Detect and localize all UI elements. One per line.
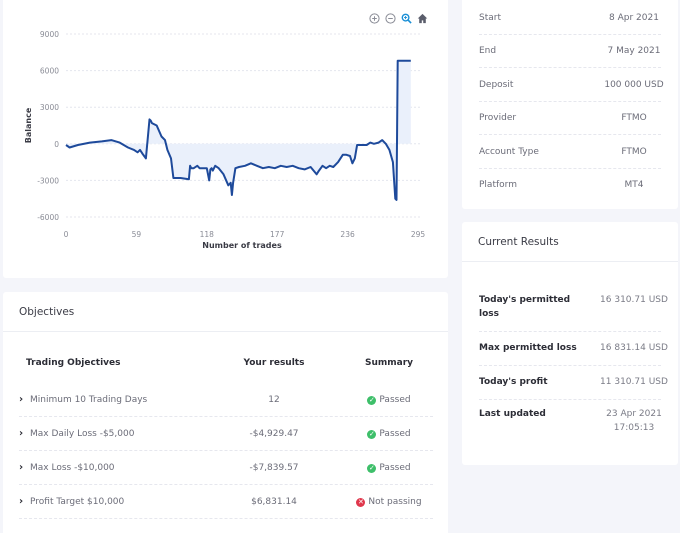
status-text: Passed [379, 395, 411, 405]
info-label: Account Type [479, 147, 539, 157]
chevron-right-icon[interactable]: › [19, 394, 23, 405]
x-tick-label: 0 [64, 230, 69, 239]
current-results-card: Current Results Today's permitted loss 1… [462, 222, 678, 465]
status-text: Passed [379, 429, 411, 439]
result-row-last-updated: Last updated 23 Apr 2021 17:05:13 [479, 400, 662, 440]
info-value: 100 000 USD [604, 80, 664, 90]
x-circle-icon: ✕ [356, 497, 366, 507]
result-row-todays-permitted-loss: Today's permitted loss 16 310.71 USD [479, 292, 668, 332]
objective-summary: ✓ Passed [334, 383, 444, 417]
x-tick-label: 118 [200, 230, 215, 239]
x-tick-label: 177 [270, 230, 285, 239]
result-label: Today's permitted loss [479, 295, 571, 319]
info-label: End [479, 46, 497, 56]
x-axis-label: Number of trades [202, 241, 282, 250]
status-text: Not passing [368, 497, 422, 507]
objective-summary: ✕ Not passing [334, 485, 444, 519]
objective-name: Profit Target $10,000 [30, 497, 125, 507]
info-label: Provider [479, 113, 517, 123]
objective-result: $6,831.14 [251, 497, 297, 507]
info-value: MT4 [624, 180, 644, 190]
info-label: Deposit [479, 80, 514, 90]
header-trading-objectives: Trading Objectives [26, 358, 121, 368]
objective-summary: ✓ Passed [334, 451, 444, 485]
objective-result: -$7,839.57 [249, 463, 299, 473]
y-tick-label: 0 [54, 140, 59, 149]
objective-row[interactable]: › Max Daily Loss -$5,000 -$4,929.47 ✓ Pa… [19, 417, 433, 451]
result-value: 11 310.71 USD [600, 377, 668, 387]
objective-summary: ✓ Passed [334, 417, 444, 451]
x-tick-label: 295 [411, 230, 426, 239]
info-label: Platform [479, 180, 517, 190]
result-row-max-permitted-loss: Max permitted loss 16 831.14 USD [479, 332, 668, 366]
balance-series-line [65, 59, 411, 201]
y-tick-label: 3000 [40, 103, 59, 112]
objective-name: Max Daily Loss -$5,000 [30, 429, 135, 439]
objective-name: Max Loss -$10,000 [30, 463, 115, 473]
y-axis-label: Balance [24, 107, 33, 143]
info-value: FTMO [621, 147, 647, 157]
x-tick-label: 236 [340, 230, 355, 239]
info-label: Start [479, 13, 501, 23]
info-value: 8 Apr 2021 [609, 13, 659, 23]
account-info-card: Start 8 Apr 2021 End 7 May 2021 Deposit … [462, 0, 678, 209]
balance-area-fill [66, 60, 411, 200]
balance-line-chart[interactable]: 9000600030000-3000-6000 0 59 118 177 236 295 … [3, 0, 448, 278]
objective-row[interactable]: › Minimum 10 Trading Days 12 ✓ Passed [19, 383, 433, 417]
x-tick-label: 59 [132, 230, 142, 239]
y-tick-label: -6000 [37, 213, 59, 222]
info-row-platform: Platform MT4 [479, 169, 661, 202]
objective-name: Minimum 10 Trading Days [30, 395, 148, 405]
objective-result: 12 [268, 395, 280, 405]
objective-row[interactable]: › Max Loss -$10,000 -$7,839.57 ✓ Passed [19, 451, 433, 485]
result-label: Last updated [479, 409, 546, 419]
header-summary: Summary [364, 358, 414, 368]
chevron-right-icon[interactable]: › [19, 496, 23, 507]
info-row-start: Start 8 Apr 2021 [479, 2, 661, 35]
info-row-account-type: Account Type FTMO [479, 136, 661, 169]
result-value: 16 310.71 USD [600, 295, 668, 305]
y-tick-label: 6000 [40, 67, 59, 76]
status-text: Passed [379, 463, 411, 473]
chevron-right-icon[interactable]: › [19, 428, 23, 439]
info-value: FTMO [621, 113, 647, 123]
info-row-deposit: Deposit 100 000 USD [479, 69, 664, 102]
result-label: Max permitted loss [479, 343, 577, 353]
current-results-title: Current Results [462, 222, 678, 262]
result-row-todays-profit: Today's profit 11 310.71 USD [479, 366, 668, 400]
result-label: Today's profit [479, 377, 548, 387]
info-row-provider: Provider FTMO [479, 102, 661, 135]
check-circle-icon: ✓ [367, 395, 377, 405]
chevron-right-icon[interactable]: › [19, 462, 23, 473]
check-circle-icon: ✓ [367, 429, 377, 439]
y-tick-label: -3000 [37, 176, 59, 185]
objective-row[interactable]: › Profit Target $10,000 $6,831.14 ✕ Not … [19, 485, 433, 519]
result-value: 16 831.14 USD [600, 343, 668, 353]
objectives-card: Objectives Trading Objectives Your resul… [3, 292, 448, 533]
objective-result: -$4,929.47 [249, 429, 299, 439]
info-row-end: End 7 May 2021 [479, 35, 661, 68]
balance-chart-card: 9000 6000 3000 0 -3000 -6000 0 59 118 177 236 295 … [3, 0, 448, 278]
info-value: 7 May 2021 [607, 46, 661, 56]
result-value: 23 Apr 2021 17:05:13 [606, 409, 662, 433]
objectives-title: Objectives [3, 292, 448, 332]
header-your-results: Your results [243, 358, 305, 368]
y-tick-label: 9000 [40, 30, 59, 39]
check-circle-icon: ✓ [367, 463, 377, 473]
